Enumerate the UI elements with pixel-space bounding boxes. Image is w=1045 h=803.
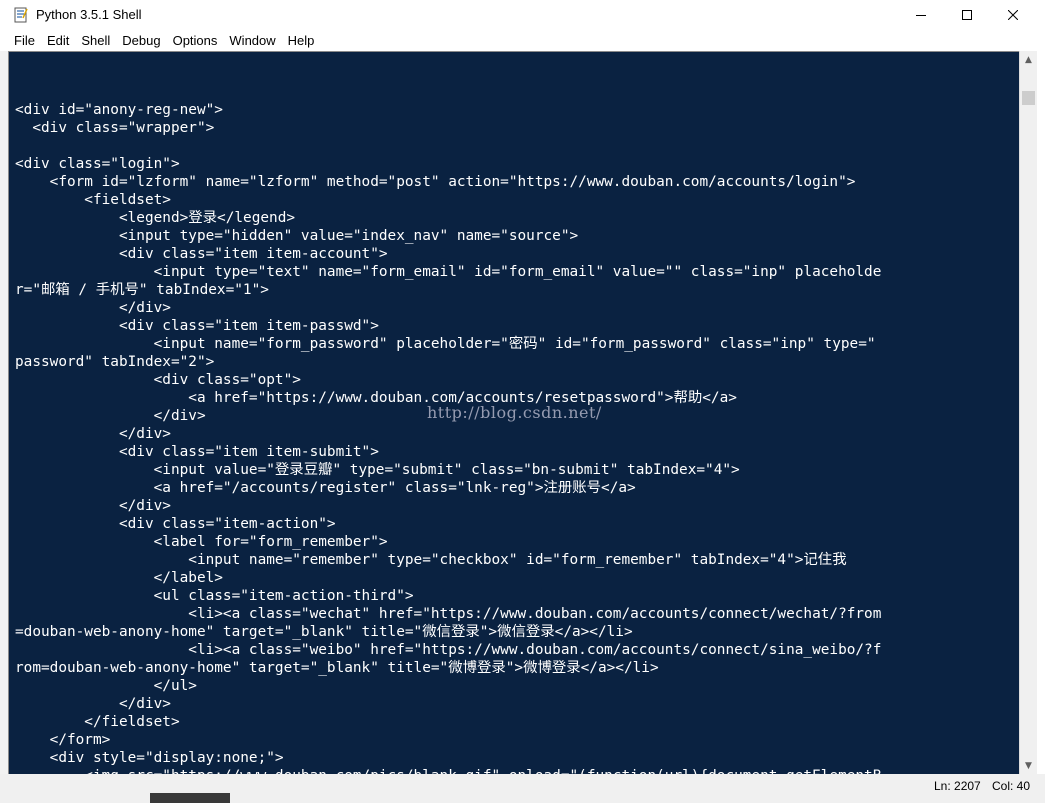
scroll-up-arrow-icon: ▲ (1025, 54, 1032, 65)
menu-debug[interactable]: Debug (116, 33, 166, 48)
vertical-scrollbar[interactable]: ▲ ▼ (1019, 51, 1037, 774)
python-shell-window: Python 3.5.1 Shell File Edit Shell Debug… (0, 0, 1045, 803)
shell-output-area[interactable]: <div id="anony-reg-new"> <div class="wra… (8, 51, 1020, 775)
menu-edit[interactable]: Edit (41, 33, 75, 48)
python-feather-icon (14, 7, 28, 23)
scroll-down-arrow-icon: ▼ (1025, 760, 1032, 771)
taskbar-fragment (150, 793, 230, 803)
menu-options[interactable]: Options (167, 33, 224, 48)
menu-shell[interactable]: Shell (75, 33, 116, 48)
maximize-icon (962, 10, 972, 20)
scroll-up-button[interactable]: ▲ (1020, 51, 1037, 68)
shell-output-text[interactable]: <div id="anony-reg-new"> <div class="wra… (15, 101, 881, 775)
close-button[interactable] (990, 0, 1036, 30)
column-number-status: Col: 40 (992, 779, 1031, 793)
menu-window[interactable]: Window (223, 33, 281, 48)
scroll-down-button[interactable]: ▼ (1020, 757, 1037, 774)
minimize-icon (916, 15, 926, 16)
title-bar[interactable]: Python 3.5.1 Shell (0, 0, 1045, 30)
line-number-status: Ln: 2207 (934, 779, 981, 793)
menu-bar: File Edit Shell Debug Options Window Hel… (0, 30, 1045, 51)
close-icon (1008, 10, 1018, 20)
background-window-edge (0, 51, 8, 774)
maximize-button[interactable] (944, 0, 990, 30)
window-title: Python 3.5.1 Shell (36, 7, 142, 22)
menu-help[interactable]: Help (282, 33, 321, 48)
scroll-thumb[interactable] (1022, 91, 1035, 105)
minimize-button[interactable] (898, 0, 944, 30)
watermark-text: http://blog.csdn.net/ (427, 403, 602, 422)
menu-file[interactable]: File (8, 33, 41, 48)
